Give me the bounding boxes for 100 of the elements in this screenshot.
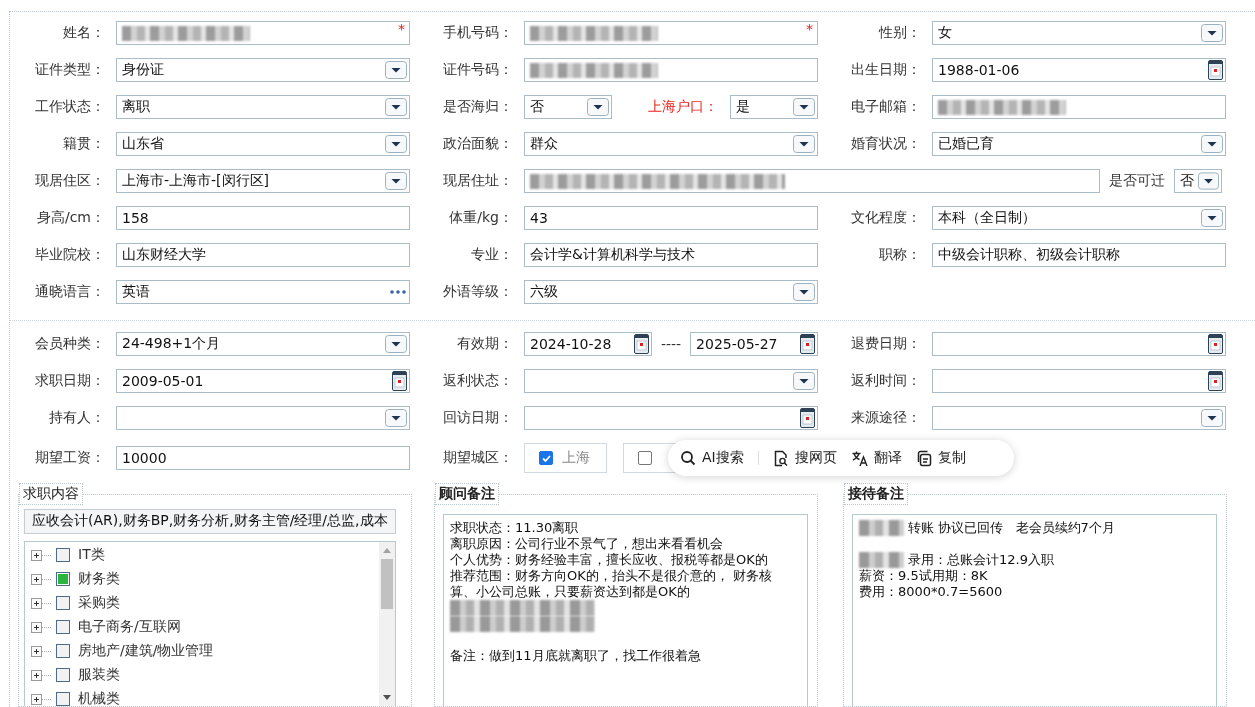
text-field[interactable] — [524, 169, 1100, 193]
web-search-button[interactable]: 搜网页 — [770, 444, 849, 472]
select-field[interactable]: 身份证 — [116, 58, 410, 82]
expand-icon[interactable] — [31, 645, 51, 657]
calendar-icon[interactable] — [1208, 60, 1223, 80]
calendar-icon[interactable] — [633, 334, 649, 354]
text-field[interactable]: 会计学&计算机科学与技术 — [524, 243, 818, 267]
checkbox[interactable] — [56, 644, 70, 658]
dropdown-icon[interactable] — [587, 98, 609, 116]
field-label: 上海户口： — [648, 98, 718, 116]
dropdown-icon[interactable] — [1201, 209, 1223, 227]
text-field[interactable]: 10000 — [116, 446, 410, 470]
select-field[interactable]: 山东省 — [116, 132, 410, 156]
expand-icon[interactable] — [31, 621, 51, 633]
text-field[interactable]: 158 — [116, 206, 410, 230]
text-field[interactable] — [932, 95, 1226, 119]
dropdown-icon[interactable] — [793, 98, 815, 116]
translate-button[interactable]: 翻译 — [848, 444, 914, 472]
select-field[interactable]: 是 — [730, 95, 818, 119]
calendar-icon[interactable] — [1208, 371, 1223, 391]
dropdown-icon[interactable] — [793, 135, 815, 153]
select-field[interactable] — [932, 406, 1226, 430]
expand-icon[interactable] — [31, 693, 51, 705]
dropdown-icon[interactable] — [1201, 135, 1223, 153]
checkbox[interactable] — [56, 548, 70, 562]
date-field[interactable]: 2024-10-28 — [524, 332, 652, 356]
date-field[interactable]: 2009-05-01 — [116, 369, 410, 393]
notes-field[interactable]: 求职状态：11.30离职 离职原因：公司行业不景气了，想出来看看机会 个人优势：财务经验丰富，擅长应收、报税等都是OK的 推荐范围：财务方向OK的，抬头不是很介意的， 财务核 算、小公司总账，只要薪资达到都是OK的 备注：做到11月底就离职了，找工作很着急 — [443, 514, 808, 706]
field-label: 证件类型： — [34, 61, 105, 79]
date-field[interactable] — [524, 406, 818, 430]
checkbox[interactable] — [539, 451, 553, 465]
date-field[interactable] — [932, 369, 1226, 393]
category-summary-field[interactable]: 应收会计(AR),财务BP,财务分析,财务主管/经理/总监,成本 — [24, 509, 396, 534]
select-field[interactable]: 女 — [932, 21, 1226, 45]
notes-field[interactable]: 转账 协议已回传 老会员续约7个月 录用：总账会计12.9入职 薪资：9.5试用期：8K 费用：8000*0.7=5600 — [852, 514, 1217, 706]
select-field[interactable]: 已婚已育 — [932, 132, 1226, 156]
select-field[interactable]: 本科（全日制） — [932, 206, 1226, 230]
checkbox[interactable] — [638, 451, 652, 465]
picker-field[interactable]: 英语 — [116, 280, 410, 304]
dropdown-icon[interactable] — [385, 172, 407, 190]
dropdown-icon[interactable] — [1201, 409, 1223, 427]
select-field[interactable] — [116, 406, 410, 430]
more-icon[interactable] — [389, 290, 407, 294]
calendar-icon[interactable] — [800, 408, 815, 428]
date-field[interactable] — [932, 332, 1226, 356]
select-field[interactable]: 群众 — [524, 132, 818, 156]
dropdown-icon[interactable] — [385, 409, 407, 427]
field-label: 专业： — [470, 246, 513, 264]
dropdown-icon[interactable] — [1201, 24, 1223, 42]
select-field[interactable]: 否 — [1174, 169, 1222, 193]
tree-item[interactable]: 机械类 — [78, 690, 120, 706]
expand-icon[interactable] — [31, 669, 51, 681]
tree-item[interactable]: 服装类 — [78, 666, 120, 684]
select-field[interactable]: 离职 — [116, 95, 410, 119]
city-option[interactable]: 上海 — [524, 443, 607, 473]
text-field[interactable]: 山东财经大学 — [116, 243, 410, 267]
checkbox[interactable] — [56, 668, 70, 682]
text-field[interactable]: 中级会计职称、初级会计职称 — [932, 243, 1226, 267]
copy-button[interactable]: 复制 — [913, 444, 978, 472]
expand-icon[interactable] — [31, 549, 51, 561]
calendar-icon[interactable] — [800, 334, 815, 354]
copy-icon — [915, 449, 932, 467]
tree-item[interactable]: 采购类 — [78, 594, 120, 612]
tree-item[interactable]: 财务类 — [78, 570, 120, 588]
select-field[interactable] — [524, 369, 818, 393]
dropdown-icon[interactable] — [385, 135, 407, 153]
dropdown-icon[interactable] — [385, 335, 407, 353]
date-field[interactable]: 2025-05-27 — [690, 332, 818, 356]
tree-item[interactable]: 房地产/建筑/物业管理 — [78, 642, 214, 660]
text-field[interactable]: * — [524, 21, 818, 45]
select-field[interactable]: 上海市-上海市-[闵行区] — [116, 169, 410, 193]
date-field[interactable]: 1988-01-06 — [932, 58, 1226, 82]
expand-icon[interactable] — [31, 573, 51, 585]
field-label: 回访日期： — [442, 409, 513, 427]
field-label: 是否可迁 — [1109, 172, 1165, 190]
tree-item[interactable]: IT类 — [78, 546, 105, 564]
text-field[interactable]: * — [116, 21, 410, 45]
select-field[interactable]: 六级 — [524, 280, 818, 304]
field-label: 出生日期： — [850, 61, 921, 79]
dropdown-icon[interactable] — [1198, 172, 1219, 190]
text-field[interactable] — [524, 58, 818, 82]
dropdown-icon[interactable] — [793, 283, 815, 301]
checkbox[interactable] — [56, 692, 70, 706]
select-field[interactable]: 24-498+1个月 — [116, 332, 410, 356]
field-label: 身高/cm： — [35, 209, 105, 227]
calendar-icon[interactable] — [1208, 334, 1223, 354]
expand-icon[interactable] — [31, 597, 51, 609]
scrollbar[interactable] — [378, 542, 395, 706]
checkbox[interactable] — [56, 620, 70, 634]
dropdown-icon[interactable] — [385, 61, 407, 79]
calendar-icon[interactable] — [392, 371, 407, 391]
dropdown-icon[interactable] — [793, 372, 815, 390]
checkbox[interactable] — [56, 572, 70, 586]
ai-search-button[interactable]: AI搜索 — [678, 444, 756, 472]
checkbox[interactable] — [56, 596, 70, 610]
dropdown-icon[interactable] — [385, 98, 407, 116]
field-label: 持有人： — [48, 409, 105, 427]
select-field[interactable]: 否 — [524, 95, 612, 119]
tree-item[interactable]: 电子商务/互联网 — [78, 618, 181, 636]
text-field[interactable]: 43 — [524, 206, 818, 230]
